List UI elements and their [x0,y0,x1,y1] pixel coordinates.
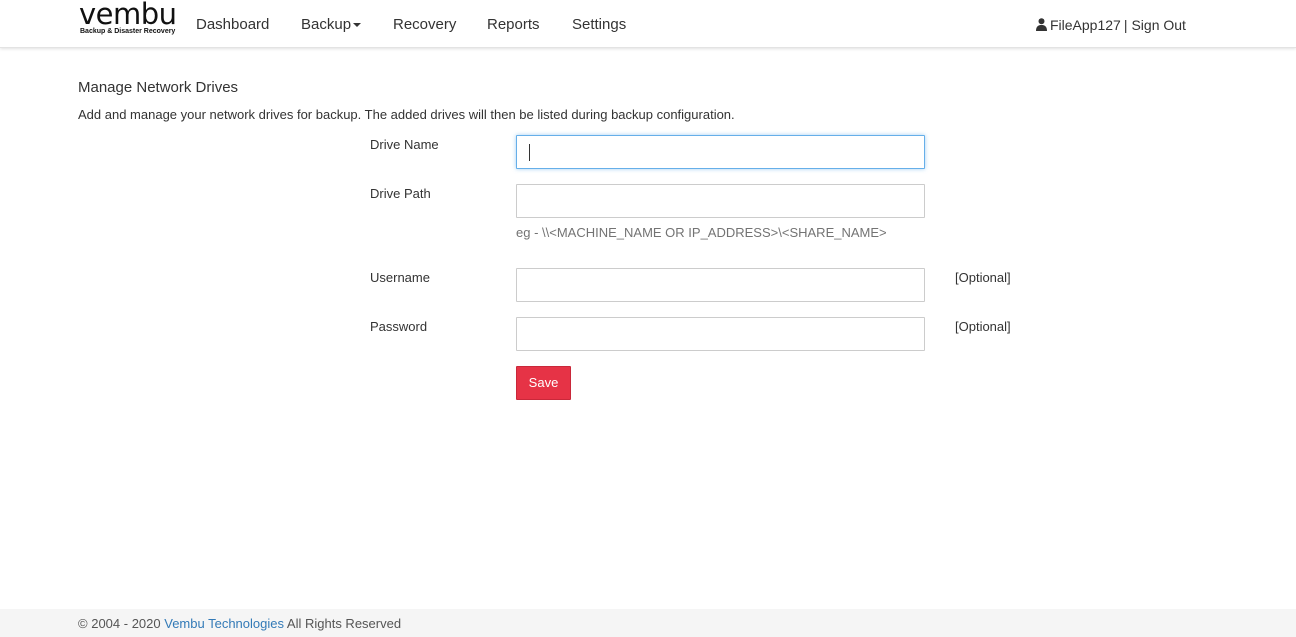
drive-name-input[interactable] [516,135,925,169]
copyright-symbol: © [78,616,88,631]
vembu-logo[interactable]: vembu Backup & Disaster Recovery [79,0,177,39]
nav-reports[interactable]: Reports [487,15,540,35]
nav-settings[interactable]: Settings [572,15,626,35]
password-optional-note: [Optional] [955,319,1011,334]
nav-dashboard[interactable]: Dashboard [196,15,269,35]
save-button[interactable]: Save [516,366,571,400]
page-description: Add and manage your network drives for b… [78,107,735,122]
password-input[interactable] [516,317,925,351]
page-title: Manage Network Drives [78,79,239,96]
vembu-technologies-link[interactable]: Vembu Technologies [164,616,284,631]
nav-recovery[interactable]: Recovery [393,15,456,35]
copyright-years: 2004 - 2020 [91,616,161,631]
username-label: Username [370,270,430,285]
footer-copyright: © 2004 - 2020 Vembu Technologies All Rig… [78,615,401,633]
drive-name-label: Drive Name [370,137,439,152]
nav-backup-label: Backup [301,16,352,33]
drive-path-help: eg - \\<MACHINE_NAME OR IP_ADDRESS>\<SHA… [516,225,887,240]
username-display[interactable]: FileApp127 [1050,17,1121,33]
drive-path-label: Drive Path [370,186,431,201]
logo-tagline: Backup & Disaster Recovery [80,28,176,35]
drive-path-input[interactable] [516,184,925,218]
rights-text: All Rights Reserved [286,616,402,631]
username-input[interactable] [516,268,925,302]
text-cursor [529,144,530,161]
caret-down-icon [353,23,362,28]
user-area: FileApp127 | Sign Out [1036,15,1186,35]
password-label: Password [370,319,428,334]
footer: © 2004 - 2020 Vembu Technologies All Rig… [0,609,1296,637]
username-optional-note: [Optional] [955,270,1011,285]
user-icon [1036,18,1047,31]
nav-backup-dropdown[interactable]: Backup [301,15,362,35]
user-separator: | [1123,17,1128,33]
logo-wordmark: vembu [79,0,177,31]
sign-out-link[interactable]: Sign Out [1131,17,1185,33]
top-navbar: vembu Backup & Disaster Recovery Dashboa… [0,0,1296,48]
